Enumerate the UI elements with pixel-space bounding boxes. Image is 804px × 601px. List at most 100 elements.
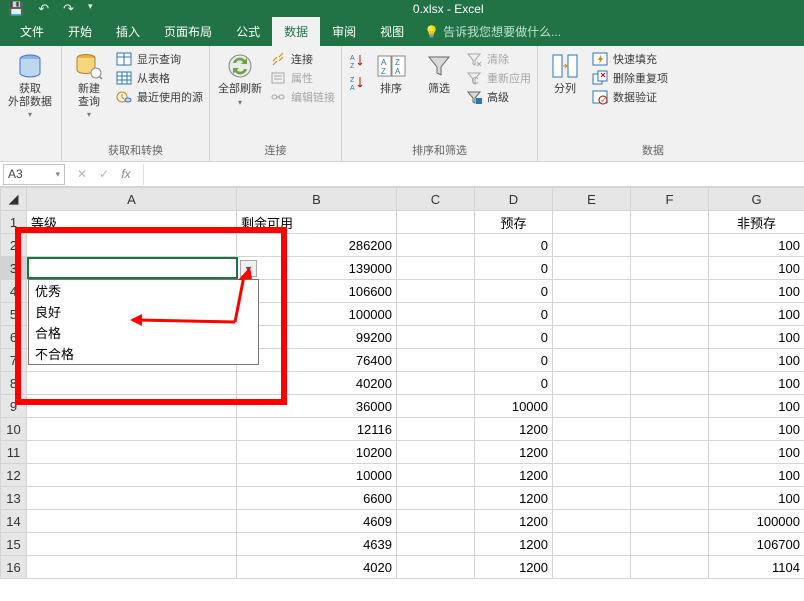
col-header-b[interactable]: B [237, 188, 397, 211]
cell[interactable] [397, 372, 475, 395]
cell[interactable]: 40200 [237, 372, 397, 395]
dropdown-option[interactable]: 优秀 [29, 280, 258, 301]
data-validation-button[interactable]: 数据验证 [592, 89, 668, 105]
cell[interactable] [397, 211, 475, 234]
cell[interactable] [397, 234, 475, 257]
cell[interactable] [631, 441, 709, 464]
cell[interactable]: 预存 [475, 211, 553, 234]
cell[interactable] [27, 533, 237, 556]
cell[interactable] [631, 211, 709, 234]
cell[interactable]: 非预存 [709, 211, 804, 234]
cell[interactable] [553, 418, 631, 441]
cell[interactable] [631, 556, 709, 579]
recent-sources-button[interactable]: 最近使用的源 [116, 89, 203, 105]
redo-icon[interactable]: ↷ [63, 1, 74, 17]
fx-icon[interactable]: fx [119, 167, 133, 181]
cell[interactable]: 106700 [709, 533, 804, 556]
advanced-filter-button[interactable]: 高级 [466, 89, 531, 105]
cell[interactable] [553, 464, 631, 487]
cell[interactable] [397, 556, 475, 579]
dropdown-option[interactable]: 良好 [29, 301, 258, 322]
cell[interactable]: 106600 [237, 280, 397, 303]
tab-data[interactable]: 数据 [272, 17, 320, 46]
col-header-a[interactable]: A [27, 188, 237, 211]
row-header[interactable]: 16 [1, 556, 27, 579]
row-header[interactable]: 6 [1, 326, 27, 349]
cell[interactable] [631, 395, 709, 418]
cell[interactable] [397, 349, 475, 372]
cell[interactable]: 100 [709, 464, 804, 487]
tab-layout[interactable]: 页面布局 [152, 17, 224, 46]
cell[interactable]: 1200 [475, 533, 553, 556]
cell[interactable]: 1200 [475, 510, 553, 533]
text-to-columns-button[interactable]: 分列 [544, 49, 586, 98]
tab-insert[interactable]: 插入 [104, 17, 152, 46]
cell[interactable] [631, 257, 709, 280]
tell-me[interactable]: 💡 告诉我您想要做什么... [416, 17, 569, 46]
cell[interactable]: 76400 [237, 349, 397, 372]
refresh-all-button[interactable]: 全部刷新 ▾ [216, 49, 264, 109]
cell[interactable] [553, 395, 631, 418]
cell[interactable]: 99200 [237, 326, 397, 349]
cell[interactable]: 0 [475, 234, 553, 257]
cell[interactable] [631, 464, 709, 487]
cell[interactable]: 0 [475, 280, 553, 303]
cell[interactable]: 100 [709, 395, 804, 418]
cell[interactable]: 0 [475, 372, 553, 395]
row-header[interactable]: 11 [1, 441, 27, 464]
flash-fill-button[interactable]: 快速填充 [592, 51, 668, 67]
cell[interactable]: 12116 [237, 418, 397, 441]
row-header[interactable]: 8 [1, 372, 27, 395]
row-header[interactable]: 3 [1, 257, 27, 280]
cancel-icon[interactable]: ✕ [75, 167, 89, 181]
confirm-icon[interactable]: ✓ [97, 167, 111, 181]
from-table-button[interactable]: 从表格 [116, 70, 203, 86]
cell[interactable] [631, 326, 709, 349]
tab-file[interactable]: 文件 [8, 17, 56, 46]
cell[interactable] [553, 556, 631, 579]
select-all-corner[interactable]: ◢ [1, 188, 27, 211]
cell[interactable] [631, 372, 709, 395]
remove-duplicates-button[interactable]: 删除重复项 [592, 70, 668, 86]
cell[interactable]: 剩余可用 [237, 211, 397, 234]
cell[interactable]: 100 [709, 257, 804, 280]
tab-review[interactable]: 审阅 [320, 17, 368, 46]
cell[interactable]: 6600 [237, 487, 397, 510]
active-cell-selection[interactable] [27, 257, 238, 279]
tab-home[interactable]: 开始 [56, 17, 104, 46]
cell[interactable] [27, 510, 237, 533]
cell[interactable]: 1200 [475, 556, 553, 579]
cell[interactable] [631, 303, 709, 326]
cell[interactable] [397, 303, 475, 326]
cell[interactable] [27, 395, 237, 418]
cell[interactable]: 1200 [475, 418, 553, 441]
cell[interactable] [553, 211, 631, 234]
cell[interactable]: 100 [709, 234, 804, 257]
cell[interactable] [553, 234, 631, 257]
cell[interactable]: 10000 [475, 395, 553, 418]
row-header[interactable]: 4 [1, 280, 27, 303]
cell[interactable] [553, 257, 631, 280]
cell[interactable] [631, 234, 709, 257]
formula-input[interactable] [143, 164, 804, 185]
cell[interactable]: 10000 [237, 464, 397, 487]
cell[interactable] [27, 372, 237, 395]
cell[interactable] [553, 487, 631, 510]
cell[interactable] [631, 280, 709, 303]
cell[interactable] [553, 349, 631, 372]
cell[interactable]: 1104 [709, 556, 804, 579]
cell[interactable] [553, 372, 631, 395]
cell[interactable]: 1200 [475, 441, 553, 464]
row-header[interactable]: 2 [1, 234, 27, 257]
cell[interactable] [27, 464, 237, 487]
cell[interactable] [631, 349, 709, 372]
qat-customize-icon[interactable]: ▾ [88, 1, 93, 17]
row-header[interactable]: 14 [1, 510, 27, 533]
tab-view[interactable]: 视图 [368, 17, 416, 46]
get-external-data-button[interactable]: 获取 外部数据 ▾ [6, 49, 54, 121]
cells-table[interactable]: ◢ A B C D E F G 1 等级 剩余可用 预存 非预存 2286200… [0, 187, 804, 579]
cell[interactable] [27, 487, 237, 510]
cell[interactable]: 139000 [237, 257, 397, 280]
cell[interactable]: 100 [709, 303, 804, 326]
cell[interactable] [631, 533, 709, 556]
